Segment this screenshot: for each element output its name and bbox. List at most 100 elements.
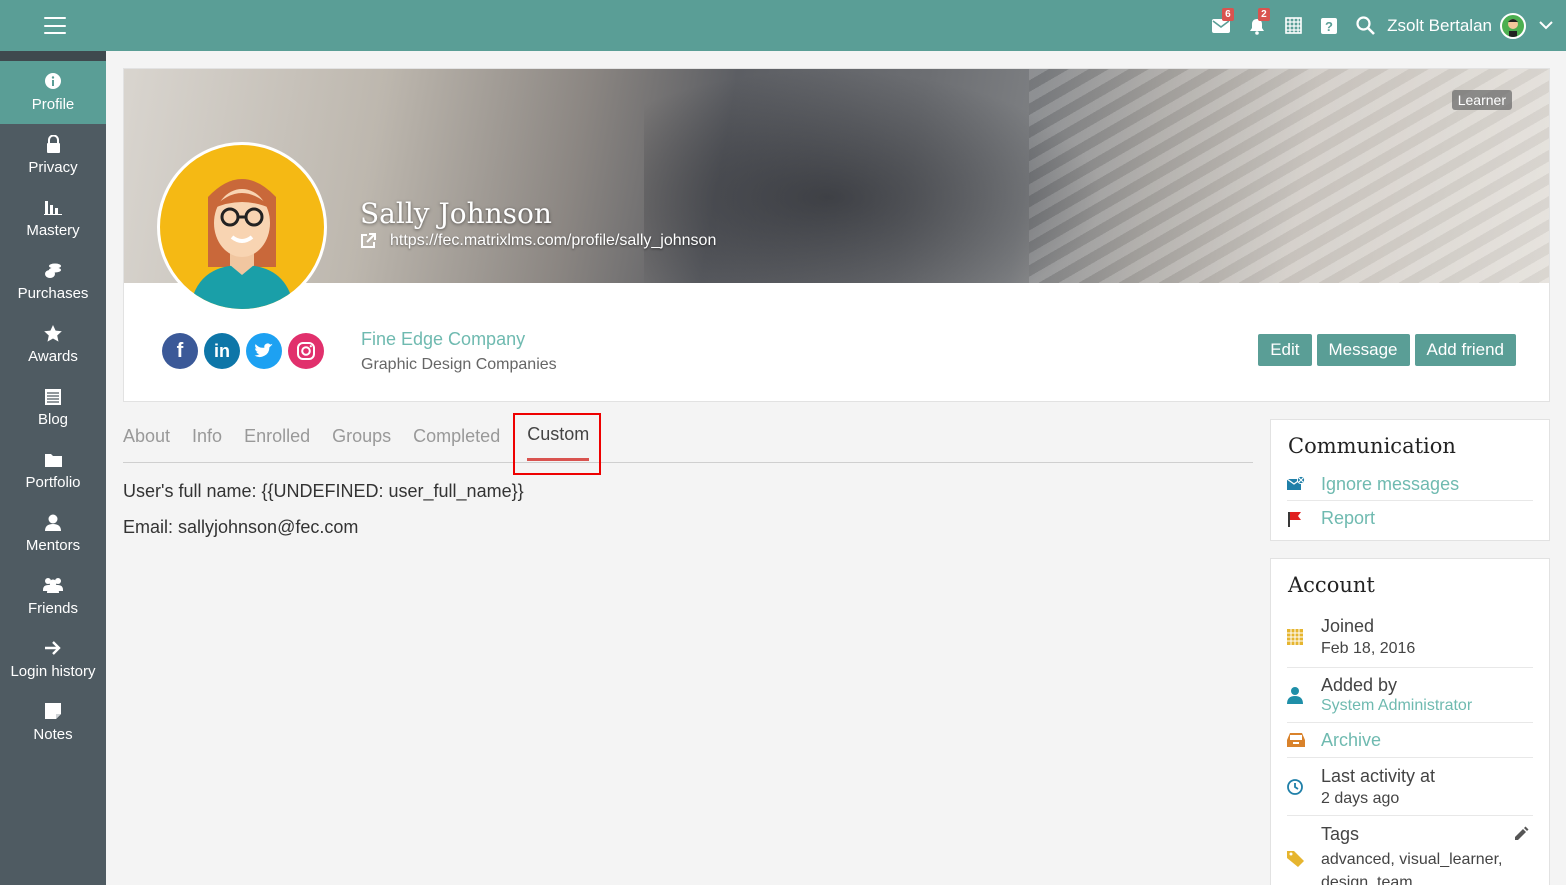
twitter-icon [254, 343, 273, 358]
tags-row: Tags advanced, visual_learner, design_te… [1287, 816, 1533, 885]
facebook-button[interactable]: f [162, 333, 198, 369]
report-row[interactable]: Report [1287, 501, 1533, 536]
cover-image: Learner Sally Johnson https://fec.matrix… [124, 69, 1549, 283]
coins-icon [45, 263, 61, 278]
calendar-button[interactable] [1275, 0, 1311, 51]
twitter-button[interactable] [246, 333, 282, 369]
users-icon [43, 578, 63, 593]
notifications-button[interactable]: 2 [1239, 0, 1275, 51]
company-info: Fine Edge Company Graphic Design Compani… [361, 329, 557, 374]
last-activity-label: Last activity at [1321, 765, 1436, 786]
sidebar-item-blog[interactable]: Blog [0, 376, 106, 439]
notifications-badge: 2 [1258, 8, 1270, 21]
tab-info[interactable]: Info [192, 415, 222, 462]
archive-row[interactable]: Archive [1287, 723, 1533, 758]
linkedin-button[interactable]: in [204, 333, 240, 369]
tag-icon [1287, 851, 1304, 867]
sidebar-item-label: Portfolio [25, 474, 81, 491]
role-badge: Learner [1451, 90, 1512, 110]
clock-icon [1287, 778, 1303, 795]
profile-tabs: About Info Enrolled Groups Completed Cus… [123, 413, 1253, 475]
sidebar-item-portfolio[interactable]: Portfolio [0, 439, 106, 502]
instagram-button[interactable] [288, 333, 324, 369]
tags-value: advanced, visual_learner, design_team [1321, 851, 1503, 885]
help-button[interactable]: ? [1311, 0, 1347, 51]
add-friend-button[interactable]: Add friend [1414, 334, 1516, 366]
blog-icon [45, 388, 61, 405]
custom-email: Email: sallyjohnson@fec.com [123, 517, 359, 537]
user-add-icon [1287, 687, 1303, 704]
profile-url[interactable]: https://fec.matrixlms.com/profile/sally_… [360, 232, 716, 250]
mail-button[interactable]: 6 [1203, 0, 1239, 51]
top-bar: 6 2 ? Zsolt Bertalan [0, 0, 1566, 51]
report-link[interactable]: Report [1321, 508, 1375, 529]
svg-text:?: ? [1325, 19, 1333, 34]
calendar-icon [1287, 629, 1303, 645]
joined-row: Joined Feb 18, 2016 [1287, 607, 1533, 668]
sidebar-item-mentors[interactable]: Mentors [0, 502, 106, 565]
communication-title: Communication [1288, 434, 1456, 458]
calendar-icon [1284, 17, 1302, 34]
note-icon [45, 703, 61, 719]
menu-icon[interactable] [44, 17, 66, 34]
sidebar-item-mastery[interactable]: Mastery [0, 187, 106, 250]
sidebar-item-label: Notes [33, 726, 73, 743]
pencil-icon[interactable] [1513, 826, 1529, 842]
sidebar-item-login-history[interactable]: Login history [0, 628, 106, 691]
last-activity-row: Last activity at 2 days ago [1287, 758, 1533, 816]
user-avatar[interactable] [1500, 12, 1526, 39]
sidebar-item-label: Friends [27, 600, 79, 617]
sidebar: Profile Privacy Mastery Purchases Awards… [0, 51, 106, 885]
added-by-row: Added by System Administrator [1287, 668, 1533, 723]
ignore-messages-row[interactable]: Ignore messages [1287, 468, 1533, 501]
profile-card: Learner Sally Johnson https://fec.matrix… [123, 68, 1550, 402]
avatar-illustration-icon [190, 179, 294, 309]
user-menu-toggle[interactable] [1526, 21, 1566, 30]
sidebar-item-notes[interactable]: Notes [0, 691, 106, 754]
account-title: Account [1288, 573, 1375, 597]
envelope-block-icon [1287, 476, 1305, 490]
message-button[interactable]: Message [1316, 334, 1410, 366]
sidebar-item-label: Blog [37, 411, 69, 428]
cover-shade [644, 69, 1104, 283]
external-link-icon [361, 233, 376, 248]
top-bar-actions: 6 2 ? Zsolt Bertalan [1203, 0, 1566, 51]
sidebar-item-profile[interactable]: Profile [0, 61, 106, 124]
user-name[interactable]: Zsolt Bertalan [1387, 16, 1492, 36]
sidebar-item-purchases[interactable]: Purchases [0, 250, 106, 313]
linkedin-icon: in [214, 340, 230, 361]
chevron-down-icon [1539, 21, 1553, 30]
profile-name: Sally Johnson [360, 197, 552, 230]
edit-button[interactable]: Edit [1258, 334, 1312, 366]
tab-completed[interactable]: Completed [413, 415, 500, 462]
active-tab-underline [527, 458, 590, 461]
tab-groups[interactable]: Groups [332, 415, 391, 462]
added-by-label: Added by [1321, 675, 1398, 695]
search-icon [1356, 16, 1375, 35]
social-links: f in [162, 333, 324, 369]
tab-about[interactable]: About [123, 415, 170, 462]
added-by-link[interactable]: System Administrator [1321, 697, 1472, 715]
archive-link[interactable]: Archive [1321, 730, 1381, 751]
joined-label: Joined [1321, 616, 1375, 636]
sidebar-item-privacy[interactable]: Privacy [0, 124, 106, 187]
sidebar-item-friends[interactable]: Friends [0, 565, 106, 628]
facebook-icon: f [176, 339, 184, 362]
company-link[interactable]: Fine Edge Company [361, 329, 557, 350]
sidebar-item-label: Purchases [17, 285, 89, 302]
lock-icon [46, 135, 60, 153]
ignore-messages-link[interactable]: Ignore messages [1321, 474, 1459, 495]
search-button[interactable] [1347, 0, 1383, 51]
help-icon: ? [1321, 17, 1338, 34]
joined-value: Feb 18, 2016 [1321, 640, 1416, 657]
user-avatar-icon [1508, 18, 1518, 37]
profile-avatar [157, 142, 327, 312]
last-activity-value: 2 days ago [1321, 789, 1400, 807]
sidebar-item-label: Login history [10, 663, 96, 680]
sidebar-item-awards[interactable]: Awards [0, 313, 106, 376]
tab-enrolled[interactable]: Enrolled [244, 415, 310, 462]
tab-custom[interactable]: Custom [513, 413, 602, 475]
tags-label: Tags [1321, 824, 1360, 844]
account-panel: Account Joined Feb 18, 2016 Added by Sys… [1270, 558, 1550, 885]
star-icon [44, 324, 62, 342]
